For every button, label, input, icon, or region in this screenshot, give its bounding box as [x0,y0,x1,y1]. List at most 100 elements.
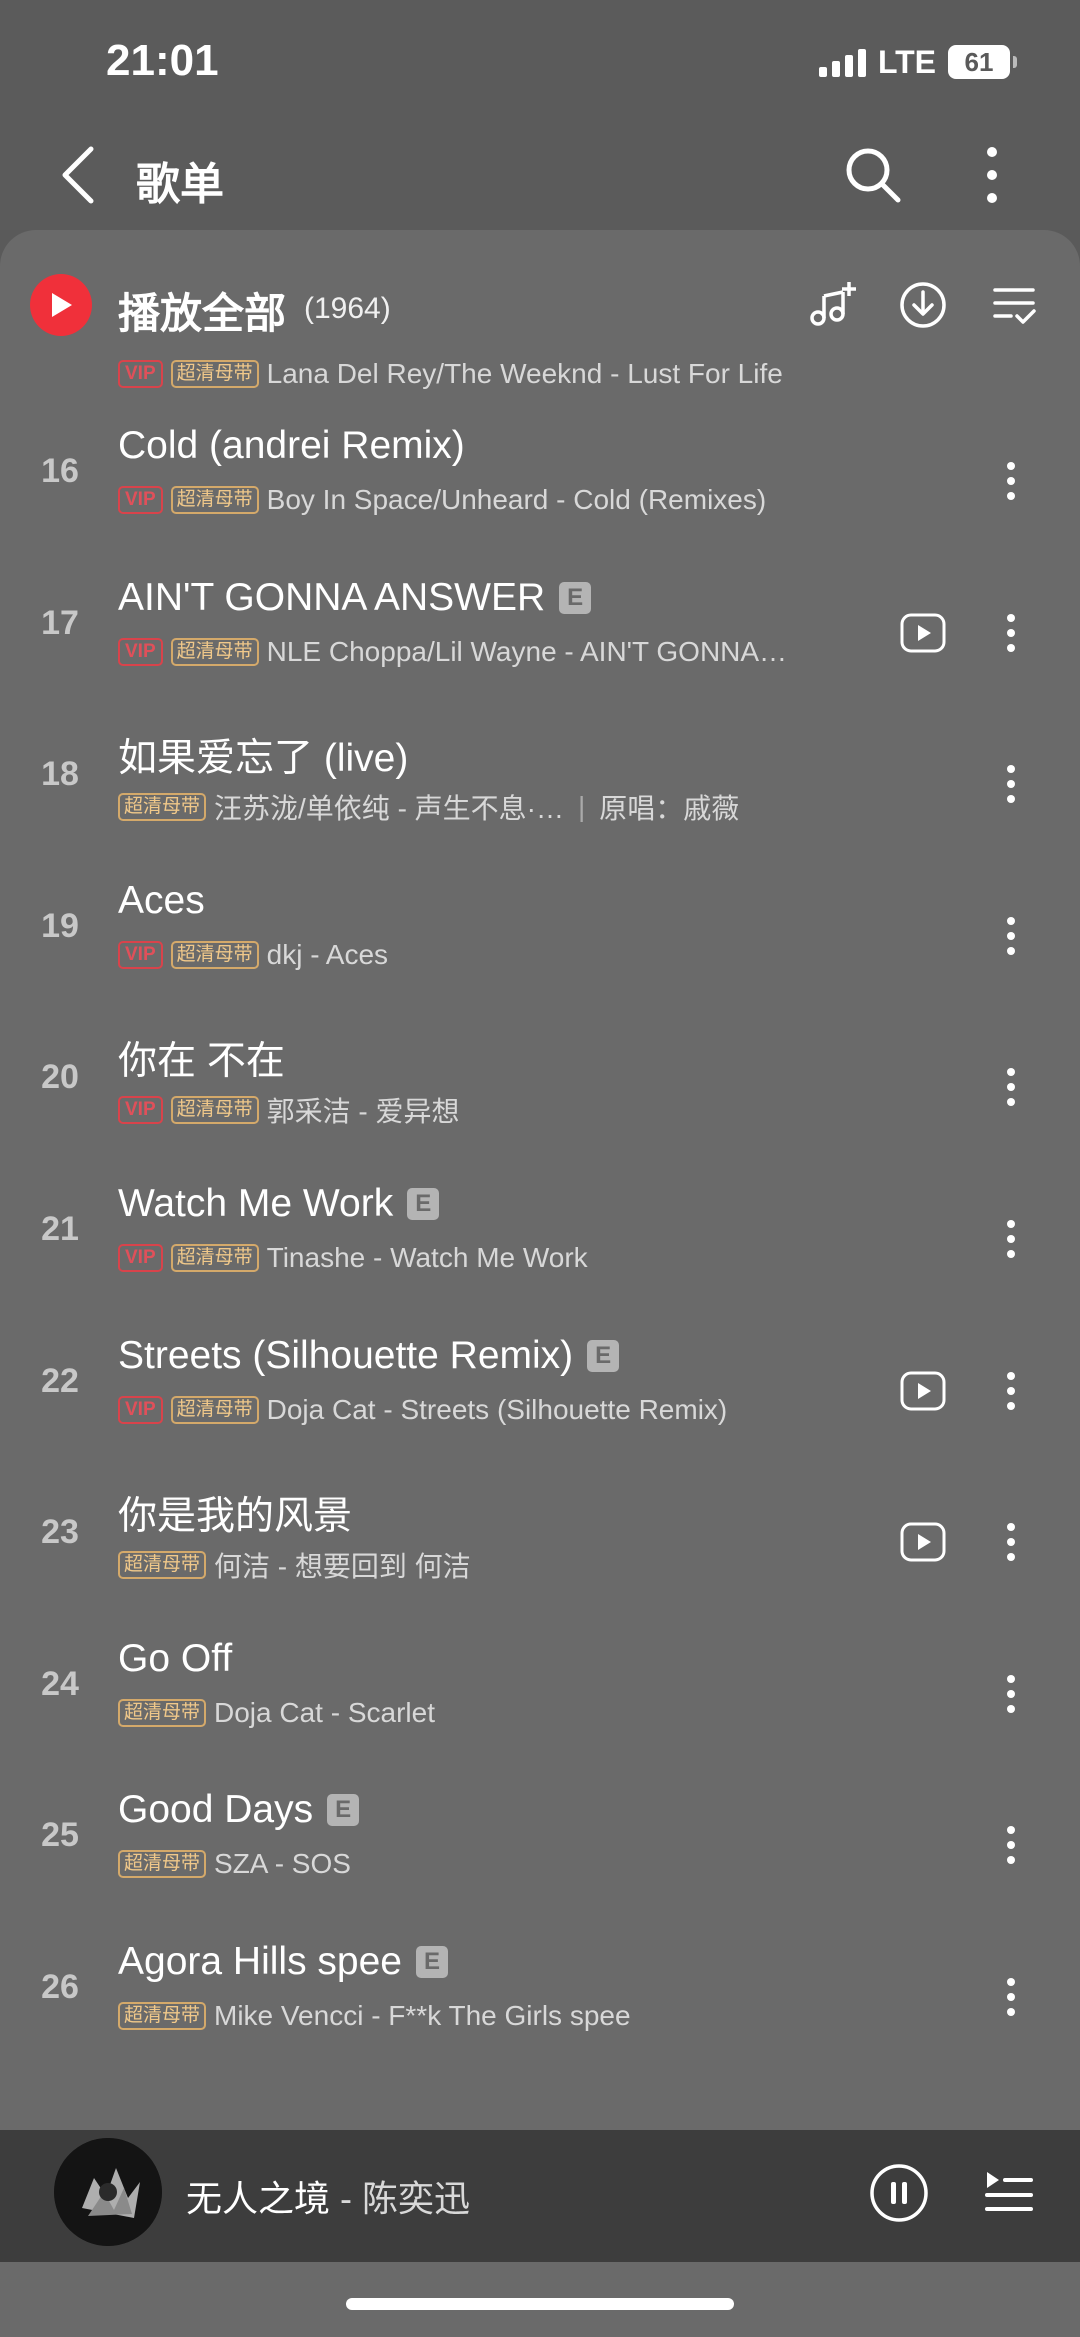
mv-button[interactable] [898,1517,948,1567]
now-playing-title: 无人之境 [186,2178,331,2219]
quality-badge: 超清母带 [170,940,259,969]
more-vertical-icon [1007,765,1015,804]
song-row[interactable]: 23 你是我的风景 超清母带 何洁 - 想要回到 何洁 [0,1461,1080,1613]
explicit-badge: E [587,1339,620,1372]
song-more-button[interactable] [996,911,1026,961]
song-meta: VIP 超清母带 Boy In Space/Unheard - Cold (Re… [118,484,766,516]
song-subtitle: 郭采洁 - 爱异想 [266,1096,460,1128]
now-playing-artist: 陈奕迅 [362,2178,471,2219]
song-more-button[interactable] [996,1214,1026,1264]
song-title: 如果爱忘了 (live) [118,737,409,781]
song-subtitle: SZA - SOS [214,1848,351,1880]
mv-button[interactable] [898,1366,948,1416]
mv-button[interactable] [898,608,948,658]
more-vertical-icon [1007,613,1015,652]
song-row[interactable]: 25 Good Days E 超清母带 SZA - SOS [0,1764,1080,1916]
quality-badge: 超清母带 [118,2001,207,2030]
pause-icon [870,2164,928,2222]
song-more-button[interactable] [996,1517,1026,1567]
search-button[interactable] [840,142,906,208]
song-row[interactable]: 21 Watch Me Work E VIP 超清母带 Tinashe - Wat… [0,1158,1080,1310]
song-row[interactable]: 22 Streets (Silhouette Remix) E VIP 超清母带 … [0,1310,1080,1462]
now-playing: 无人之境 - 陈奕迅 [186,2170,470,2222]
song-title: Streets (Silhouette Remix) E [118,1334,620,1378]
song-subtitle: Tinashe - Watch Me Work [266,1241,588,1273]
mini-player[interactable]: 无人之境 - 陈奕迅 [0,2130,1080,2262]
song-row[interactable]: 18 如果爱忘了 (live) 超清母带 汪苏泷/单依纯 - 声生不息·… | … [0,703,1080,855]
vip-badge: VIP [118,1395,163,1424]
nav-bar: 歌单 [0,120,1080,230]
song-subtitle: Lana Del Rey/The Weeknd - Lust For Life [266,358,783,389]
song-meta: VIP 超清母带 郭采洁 - 爱异想 [118,1090,460,1130]
song-meta: 超清母带 何洁 - 想要回到 何洁 [118,1545,471,1585]
playlist-sheet: 播放全部 (1964) VIP 超清母带 Lana Del Rey/The We… [0,230,1080,2337]
song-index: 17 [41,603,79,642]
play-icon [52,293,72,317]
song-title: 你是我的风景 [118,1495,353,1539]
vip-badge: VIP [118,1096,163,1125]
song-title: Agora Hills spee E [118,1940,448,1984]
more-vertical-icon [1007,1674,1015,1713]
signal-icon [818,47,866,77]
add-to-playlist-button[interactable] [802,275,862,335]
home-indicator[interactable] [346,2298,734,2310]
quality-badge: 超清母带 [170,1096,259,1125]
search-icon [846,148,901,203]
video-play-icon [900,1371,946,1411]
song-more-button[interactable] [996,1669,1026,1719]
song-index: 21 [41,1209,79,1248]
song-row[interactable]: 17 AIN'T GONNA ANSWER E VIP 超清母带 NLE Chop… [0,552,1080,704]
more-options-button[interactable] [970,142,1014,208]
song-row[interactable]: 19 Aces VIP 超清母带 dkj - Aces [0,855,1080,1007]
album-cover-icon [54,2138,162,2246]
song-subtitle: NLE Choppa/Lil Wayne - AIN'T GONNA… [266,635,788,667]
quality-badge: 超清母带 [170,1243,259,1272]
song-more-button[interactable] [996,456,1026,506]
song-subtitle: 汪苏泷/单依纯 - 声生不息·… [214,793,565,825]
quality-badge: 超清母带 [170,360,259,388]
song-more-button[interactable] [996,1972,1026,2022]
play-queue-button[interactable] [984,2164,1034,2220]
pause-button[interactable] [868,2162,930,2224]
song-subtitle: Boy In Space/Unheard - Cold (Remixes) [266,484,767,515]
quality-badge: 超清母带 [170,486,259,514]
download-button[interactable] [893,275,953,335]
song-more-button[interactable] [996,608,1026,658]
song-subtitle: Doja Cat - Streets (Silhouette Remix) [266,1393,728,1425]
page-title: 歌单 [136,160,224,209]
song-meta: 超清母带 SZA - SOS [118,1848,351,1880]
song-row[interactable]: 26 Agora Hills spee E 超清母带 Mike Vencci - … [0,1916,1080,2068]
network-label: LTE [877,43,936,80]
back-button[interactable] [48,142,108,208]
song-more-button[interactable] [996,759,1026,809]
quality-badge: 超清母带 [170,637,259,666]
song-meta: VIP 超清母带 Doja Cat - Streets (Silhouette … [118,1394,727,1426]
explicit-badge: E [559,581,592,614]
chevron-left-icon [62,146,94,204]
list-check-icon [993,288,1036,324]
play-all-button[interactable] [30,274,92,336]
status-time: 21:01 [106,36,219,85]
song-more-button[interactable] [996,1820,1026,1870]
vip-badge: VIP [118,1243,163,1272]
download-icon [900,282,946,328]
play-all-label[interactable]: 播放全部 [118,280,286,341]
playlist-icon [985,2172,1033,2211]
album-art[interactable] [54,2138,162,2246]
song-index: 25 [41,1816,79,1855]
multi-select-button[interactable] [984,275,1044,335]
song-row[interactable]: 16 Cold (andrei Remix) VIP 超清母带 Boy In S… [0,400,1080,552]
explicit-badge: E [327,1794,360,1827]
more-vertical-icon [1007,1826,1015,1865]
song-row[interactable]: 20 你在 不在 VIP 超清母带 郭采洁 - 爱异想 [0,1006,1080,1158]
song-index: 22 [41,1361,79,1400]
song-row[interactable]: 24 Go Off 超清母带 Doja Cat - Scarlet [0,1613,1080,1765]
song-index: 20 [41,1058,79,1097]
video-play-icon [900,613,946,653]
song-meta: 超清母带 汪苏泷/单依纯 - 声生不息·… | 原唱：戚薇 [118,787,739,827]
song-index: 19 [41,906,79,945]
song-title: Aces [118,878,205,922]
song-more-button[interactable] [996,1062,1026,1112]
song-more-button[interactable] [996,1366,1026,1416]
video-play-icon [900,1522,946,1562]
